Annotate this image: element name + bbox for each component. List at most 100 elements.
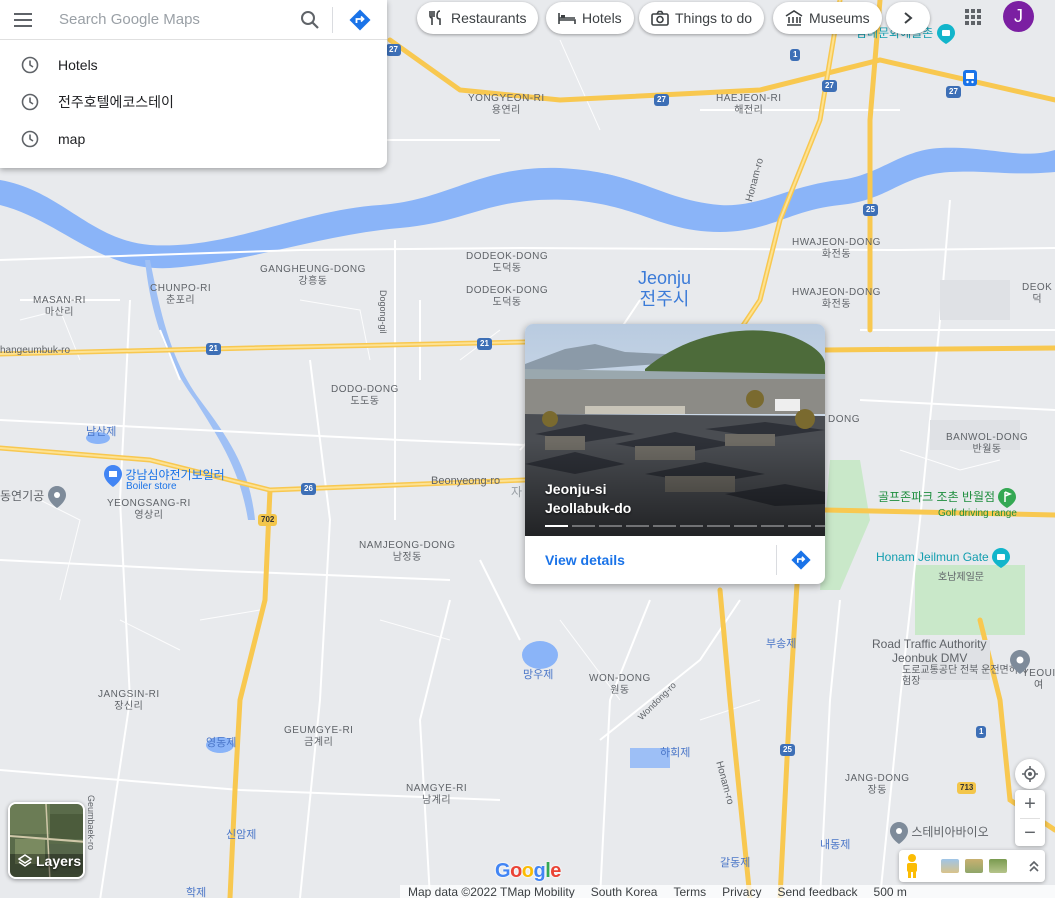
place-photo[interactable]: Jeonju-si Jeollabuk-do: [525, 324, 825, 536]
history-clock-icon: [21, 130, 39, 147]
golf-pin-icon: [998, 488, 1017, 508]
reservoir-label: 학제: [186, 887, 207, 898]
place-title: Jeonju-si: [545, 481, 607, 497]
layers-label: Layers: [36, 853, 82, 869]
poi-dongyeon-gigong[interactable]: 동연기공: [0, 486, 66, 508]
region-link[interactable]: South Korea: [591, 885, 658, 898]
neighborhood-label: GANGHEUNG-DONG 강흥동: [260, 264, 366, 287]
road-label: Geumbaek-ro: [86, 795, 96, 851]
neighborhood-label: YONGYEON-RI 용연리: [468, 93, 545, 116]
google-logo: Google: [495, 860, 561, 882]
zoom-in-button[interactable]: +: [1015, 790, 1045, 818]
account-avatar[interactable]: J: [1003, 1, 1034, 32]
zoom-out-button[interactable]: −: [1015, 819, 1045, 847]
directions-icon: [791, 550, 811, 570]
directions-icon: [349, 9, 371, 30]
route-shield: 25: [780, 744, 795, 756]
transit-thumbnail[interactable]: [989, 859, 1007, 873]
business-pin-icon: [890, 822, 908, 844]
chevron-right-icon: [904, 12, 913, 24]
terms-link[interactable]: Terms: [673, 885, 706, 898]
photo-carousel-indicator: [545, 525, 825, 527]
expand-up-icon[interactable]: [1027, 859, 1041, 873]
neighborhood-label: JANGSIN-RI 장신리: [98, 689, 160, 712]
attraction-pin-icon: [936, 24, 955, 44]
reservoir-label: 부송제: [766, 638, 797, 650]
poi-partial-label: 자: [511, 485, 523, 499]
google-apps-button[interactable]: [962, 6, 984, 28]
search-bar: [0, 0, 387, 40]
privacy-link[interactable]: Privacy: [722, 885, 761, 898]
poi-boiler-store[interactable]: 강남심야전기보일러 Boiler store: [104, 465, 225, 492]
menu-button[interactable]: [0, 0, 46, 40]
neighborhood-label: HAEJEON-RI 해전리: [716, 93, 782, 116]
government-pin-icon[interactable]: [1010, 650, 1030, 674]
route-shield: 25: [863, 204, 878, 216]
my-location-button[interactable]: [1015, 759, 1045, 789]
chip-hotels[interactable]: Hotels: [546, 2, 634, 34]
place-card[interactable]: Jeonju-si Jeollabuk-do View details: [525, 324, 825, 584]
neighborhood-label: WON-DONG 원동: [589, 673, 651, 696]
place-title-block: Jeonju-si Jeollabuk-do: [545, 480, 631, 518]
neighborhood-label: DODEOK-DONG 도덕동: [466, 251, 549, 274]
route-shield: 27: [654, 94, 669, 106]
shopping-pin-icon: [104, 465, 122, 487]
route-shield: 26: [301, 483, 316, 495]
neighborhood-label: DONG: [828, 414, 860, 425]
neighborhood-label: CHUNPO-RI 춘포리: [150, 283, 212, 306]
poi-golfzon[interactable]: 골프존파크 조촌 반월점 Golf driving range: [878, 488, 1017, 519]
view-details-link[interactable]: View details: [525, 552, 776, 568]
chip-museums[interactable]: Museums: [773, 2, 882, 34]
route-shield: 21: [477, 338, 492, 350]
layers-button[interactable]: Layers: [8, 802, 85, 879]
route-shield: 702: [258, 514, 278, 526]
neighborhood-label: NAMJEONG-DONG 남정동: [359, 540, 456, 563]
search-icon: [301, 10, 319, 29]
terrain-thumbnail[interactable]: [941, 859, 959, 873]
search-input[interactable]: [46, 11, 288, 28]
layers-label-row: Layers: [18, 853, 81, 869]
chip-things-to-do[interactable]: Things to do: [639, 2, 765, 34]
reservoir-label: 망우제: [523, 669, 554, 681]
directions-button[interactable]: [333, 0, 387, 40]
zoom-control: + −: [1015, 790, 1045, 846]
scale-label[interactable]: 500 m: [874, 885, 907, 898]
neighborhood-label: NAMGYE-RI 남계리: [406, 783, 468, 806]
history-item[interactable]: map: [0, 120, 387, 157]
chip-restaurants[interactable]: Restaurants: [417, 2, 539, 34]
search-history-list: Hotels 전주호텔에코스테이 map: [0, 40, 387, 157]
map-footer: Map data ©2022 TMap Mobility South Korea…: [400, 885, 1055, 898]
poi-road-traffic-authority[interactable]: Road Traffic Authority Jeonbuk DMV 도로교통공…: [872, 637, 1032, 687]
send-feedback-link[interactable]: Send feedback: [777, 885, 857, 898]
layers-icon: [18, 854, 32, 867]
neighborhood-label: YEONGSANG-RI 영상리: [107, 498, 191, 521]
subway-station-icon[interactable]: [963, 70, 977, 86]
search-button[interactable]: [288, 0, 332, 40]
route-shield: 27: [822, 80, 837, 92]
route-shield: 21: [206, 343, 221, 355]
poi-honam-jeilmun-gate[interactable]: Honam Jeilmun Gate 호남제일문: [876, 548, 1011, 583]
history-item-label: 전주호텔에코스테이: [58, 93, 174, 110]
traffic-thumbnail[interactable]: [965, 859, 983, 873]
neighborhood-label: DEOK 덕: [1022, 282, 1053, 305]
my-location-icon: [1022, 766, 1038, 782]
city-label[interactable]: Jeonju 전주시: [638, 268, 691, 310]
map-data-attribution: Map data ©2022 TMap Mobility: [408, 885, 575, 898]
history-clock-icon: [21, 56, 39, 73]
route-shield: 1: [790, 49, 801, 61]
card-directions-button[interactable]: [777, 549, 825, 571]
bottom-tools-bar: [899, 850, 1045, 882]
neighborhood-label: BANWOL-DONG 반월동: [946, 432, 1029, 455]
poi-stevia-bio[interactable]: 스테비아바이오: [890, 822, 989, 844]
road-label: Beonyeong-ro: [431, 475, 501, 487]
history-item[interactable]: Hotels: [0, 46, 387, 83]
museum-icon: [785, 10, 803, 26]
neighborhood-label: DODO-DONG 도도동: [331, 384, 399, 407]
road-label: Dogong-gil: [378, 290, 388, 334]
chips-next-button[interactable]: [886, 2, 930, 34]
history-item-label: map: [58, 130, 86, 147]
history-item[interactable]: 전주호텔에코스테이: [0, 83, 387, 120]
pegman-icon[interactable]: [903, 853, 921, 879]
route-shield: 27: [386, 44, 401, 56]
neighborhood-label: HWAJEON-DONG 화전동: [792, 287, 881, 310]
